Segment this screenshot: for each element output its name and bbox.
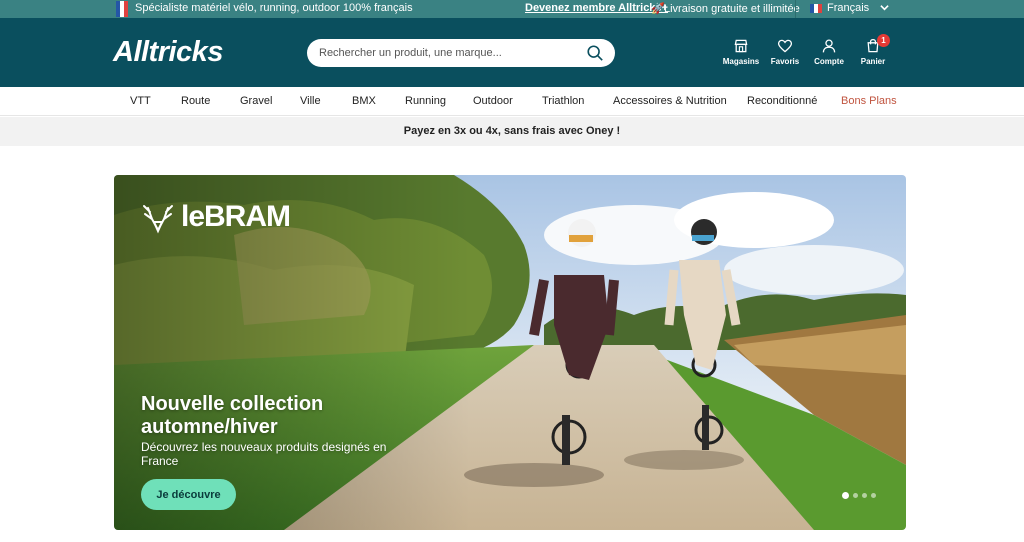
nav-item-bmx[interactable]: BMX (352, 95, 376, 107)
tagline: Spécialiste matériel vélo, running, outd… (135, 2, 413, 14)
cart-button[interactable]: 1 Panier (850, 34, 896, 66)
nav-item-route[interactable]: Route (181, 95, 210, 107)
chevron-down-icon[interactable] (880, 3, 889, 14)
cart-count-badge: 1 (877, 34, 890, 47)
search-bar (307, 39, 615, 67)
free-shipping-label: Livraison gratuite et illimitée (664, 3, 800, 15)
favorites-button[interactable]: Favoris (762, 38, 808, 66)
favorites-label: Favoris (770, 57, 800, 66)
nav-item-gravel[interactable]: Gravel (240, 95, 272, 107)
user-icon (822, 39, 836, 53)
brand-wordmark: leBRAM (181, 200, 291, 233)
hero-title: Nouvelle collection automne/hiver (141, 393, 324, 438)
nav-item-reconditionne[interactable]: Reconditionné (747, 95, 817, 107)
stores-button[interactable]: Magasins (718, 38, 764, 66)
category-nav: VTT Route Gravel Ville BMX Running Outdo… (0, 87, 1024, 116)
french-flag-icon (116, 1, 128, 17)
nav-item-accessoires[interactable]: Accessoires & Nutrition (613, 95, 727, 107)
account-button[interactable]: Compte (806, 38, 852, 66)
search-input[interactable] (319, 45, 579, 61)
store-icon (734, 39, 748, 53)
nav-item-running[interactable]: Running (405, 95, 446, 107)
cart-label: Panier (860, 57, 886, 66)
french-flag-icon (810, 3, 822, 13)
language-selector[interactable]: Français (810, 2, 869, 14)
carousel-dot-3[interactable] (862, 493, 867, 498)
nav-item-outdoor[interactable]: Outdoor (473, 95, 513, 107)
top-info-bar: Spécialiste matériel vélo, running, outd… (0, 0, 1024, 18)
hero-banner[interactable]: leBRAM Nouvelle collection automne/hiver… (114, 175, 906, 530)
nav-item-bons-plans[interactable]: Bons Plans (841, 95, 897, 107)
free-shipping-text: 🚀Livraison gratuite et illimitée (651, 2, 800, 15)
heart-icon (777, 39, 793, 53)
divider (795, 0, 796, 18)
payment-promo-bar[interactable]: Payez en 3x ou 4x, sans frais avec Oney … (0, 117, 1024, 146)
carousel-pagination (842, 492, 876, 499)
lebram-brand-logo: leBRAM (141, 200, 291, 234)
discover-button[interactable]: Je découvre (141, 479, 236, 510)
nav-item-ville[interactable]: Ville (300, 95, 321, 107)
carousel-dot-1[interactable] (842, 492, 849, 499)
main-header: Alltricks Magasins Favoris Compte 1 Pani… (0, 18, 1024, 87)
carousel-dot-2[interactable] (853, 493, 858, 498)
nav-item-triathlon[interactable]: Triathlon (542, 95, 584, 107)
carousel-dot-4[interactable] (871, 493, 876, 498)
nav-item-vtt[interactable]: VTT (130, 95, 151, 107)
search-icon[interactable] (586, 44, 604, 62)
stores-label: Magasins (722, 57, 760, 66)
rocket-icon: 🚀 (651, 3, 665, 15)
account-label: Compte (814, 57, 844, 66)
hero-description: Découvrez les nouveaux produits designés… (141, 440, 387, 468)
language-label: Français (827, 2, 870, 14)
alltricks-logo[interactable]: Alltricks (113, 36, 223, 69)
membership-link[interactable]: Devenez membre Alltricks+ (525, 2, 668, 14)
deer-antler-icon (143, 205, 173, 234)
